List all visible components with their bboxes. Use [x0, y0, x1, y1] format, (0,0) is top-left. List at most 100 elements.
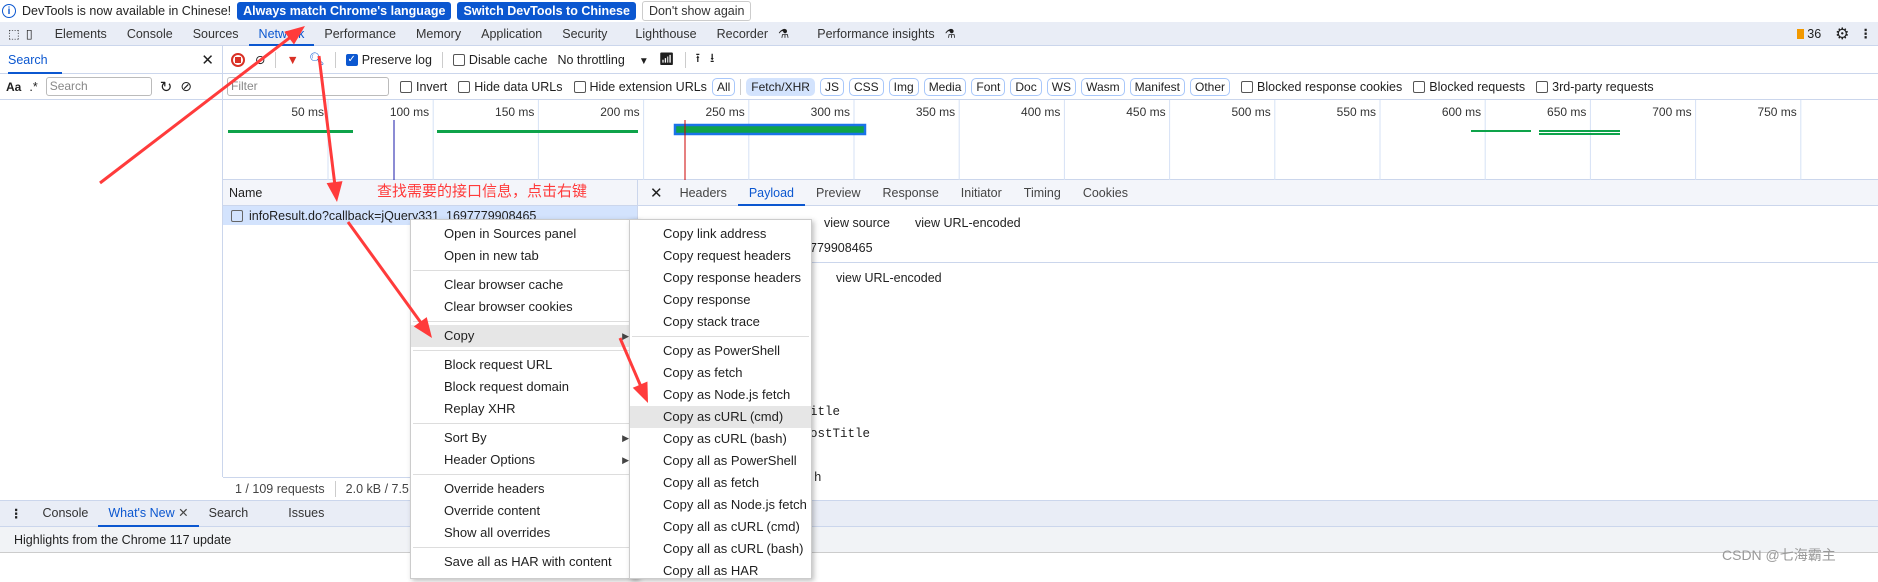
menu-item-copy-stack-trace[interactable]: Copy stack trace: [630, 311, 811, 333]
tab-elements[interactable]: Elements: [45, 22, 117, 46]
tab-performance-insights[interactable]: Performance insights: [807, 22, 944, 46]
tab-network[interactable]: Network: [248, 22, 315, 46]
clear-log-icon[interactable]: ⊘: [255, 52, 265, 67]
view-url-encoded-link[interactable]: view URL-encoded: [915, 216, 1021, 230]
menu-item-copy-response-headers[interactable]: Copy response headers: [630, 267, 811, 289]
tab-lighthouse[interactable]: Lighthouse: [625, 22, 706, 46]
timeline-overview[interactable]: 50 ms 100 ms 150 ms 200 ms 250 ms 300 ms 350 m…: [223, 100, 1878, 180]
menu-item-clear-browser-cookies[interactable]: Clear browser cookies: [411, 296, 637, 318]
menu-item-replay-xhr[interactable]: Replay XHR: [411, 398, 637, 420]
menu-item-copy-all-as-har[interactable]: Copy all as HAR: [630, 560, 811, 582]
tab-memory[interactable]: Memory: [406, 22, 471, 46]
match-case-button[interactable]: Aa: [6, 80, 21, 94]
type-filter-wasm[interactable]: Wasm: [1081, 77, 1125, 96]
throttling-select[interactable]: No throttling ▼: [557, 53, 648, 67]
search-panel-tab[interactable]: Search: [8, 46, 62, 74]
more-options-icon[interactable]: ⋮: [1860, 26, 1873, 41]
hide-data-urls-checkbox[interactable]: [458, 80, 471, 93]
menu-item-copy-link-address[interactable]: Copy link address: [630, 223, 811, 245]
type-filter-other[interactable]: Other: [1190, 77, 1231, 96]
menu-item-override-headers[interactable]: Override headers: [411, 478, 637, 500]
invert-checkbox[interactable]: [400, 80, 412, 93]
type-filter-img[interactable]: Img: [888, 77, 919, 96]
tab-response[interactable]: Response: [871, 180, 949, 206]
menu-item-copy-as-curl-bash[interactable]: Copy as cURL (bash): [630, 428, 811, 450]
stop-recording-icon[interactable]: [231, 52, 245, 67]
drawer-tab-whats-new[interactable]: What's New ✕: [98, 500, 199, 527]
preserve-log-checkbox[interactable]: ✓: [345, 53, 358, 66]
disable-cache-checkbox[interactable]: [452, 53, 465, 66]
menu-item-copy-response[interactable]: Copy response: [630, 289, 811, 311]
close-tab-icon[interactable]: ✕: [178, 506, 188, 520]
tab-sources[interactable]: Sources: [183, 22, 249, 46]
blocked-cookies-checkbox[interactable]: [1241, 80, 1254, 93]
menu-item-copy-all-as-fetch[interactable]: Copy all as fetch: [630, 472, 811, 494]
tab-preview[interactable]: Preview: [805, 180, 871, 206]
tab-console[interactable]: Console: [117, 22, 183, 46]
menu-item-copy-as-fetch[interactable]: Copy as fetch: [630, 362, 811, 384]
view-source-link[interactable]: view source: [824, 216, 890, 230]
menu-item-header-options[interactable]: Header Options ▶: [411, 449, 637, 471]
network-conditions-icon[interactable]: 📶︎: [659, 52, 675, 67]
menu-item-show-all-overrides[interactable]: Show all overrides: [411, 522, 637, 544]
menu-item-copy-all-as-curl-bash[interactable]: Copy all as cURL (bash): [630, 538, 811, 560]
close-details-icon[interactable]: ✕: [644, 184, 669, 202]
menu-item-copy-request-headers[interactable]: Copy request headers: [630, 245, 811, 267]
menu-item-copy-all-as-curl-cmd[interactable]: Copy all as cURL (cmd): [630, 516, 811, 538]
import-har-icon[interactable]: ⭱: [696, 49, 700, 70]
tab-performance[interactable]: Performance: [314, 22, 406, 46]
tab-application[interactable]: Application: [471, 22, 552, 46]
type-filter-ws[interactable]: WS: [1046, 77, 1077, 96]
menu-item-copy-as-node-js-fetch[interactable]: Copy as Node.js fetch: [630, 384, 811, 406]
type-filter-font[interactable]: Font: [971, 77, 1006, 96]
refresh-icon[interactable]: ↻: [160, 78, 173, 96]
menu-item-copy[interactable]: Copy ▶: [411, 325, 637, 347]
menu-item-open-in-sources-panel[interactable]: Open in Sources panel: [411, 223, 637, 245]
menu-item-override-content[interactable]: Override content: [411, 500, 637, 522]
tab-timing[interactable]: Timing: [1013, 180, 1072, 206]
search-icon[interactable]: 🔍︎: [309, 52, 325, 67]
type-filter-fetch-xhr[interactable]: Fetch/XHR: [746, 77, 815, 96]
type-filter-css[interactable]: CSS: [848, 77, 884, 96]
drawer-menu-icon[interactable]: ⋮: [10, 506, 23, 521]
device-toolbar-icon[interactable]: ▯: [26, 26, 33, 41]
switch-to-chinese-button[interactable]: Switch DevTools to Chinese: [457, 2, 636, 20]
regex-button[interactable]: .*: [29, 80, 37, 94]
type-filter-js[interactable]: JS: [819, 77, 844, 96]
tab-payload[interactable]: Payload: [737, 180, 806, 206]
issues-icon[interactable]: [1797, 28, 1805, 39]
menu-item-block-request-url[interactable]: Block request URL: [411, 354, 637, 376]
menu-item-copy-as-curl-cmd[interactable]: Copy as cURL (cmd): [630, 406, 811, 428]
clear-icon[interactable]: ⊘: [180, 78, 192, 95]
issues-count[interactable]: 36: [1807, 27, 1821, 41]
type-filter-media[interactable]: Media: [923, 77, 967, 96]
third-party-checkbox[interactable]: [1536, 80, 1549, 93]
menu-item-copy-all-as-node-js-fetch[interactable]: Copy all as Node.js fetch: [630, 494, 811, 516]
tab-initiator[interactable]: Initiator: [950, 180, 1013, 206]
close-search-icon[interactable]: ✕: [201, 51, 214, 69]
always-match-language-button[interactable]: Always match Chrome's language: [237, 2, 452, 20]
drawer-tab-search[interactable]: Search: [199, 500, 259, 527]
menu-item-copy-as-powershell[interactable]: Copy as PowerShell: [630, 340, 811, 362]
menu-item-clear-browser-cache[interactable]: Clear browser cache: [411, 274, 637, 296]
search-input[interactable]: Search: [45, 77, 152, 96]
menu-item-copy-all-as-powershell[interactable]: Copy all as PowerShell: [630, 450, 811, 472]
view-url-encoded-link[interactable]: view URL-encoded: [836, 271, 942, 285]
blocked-requests-checkbox[interactable]: [1413, 80, 1426, 93]
inspect-element-icon[interactable]: ⬚: [8, 26, 20, 41]
type-filter-manifest[interactable]: Manifest: [1129, 77, 1185, 96]
menu-item-sort-by[interactable]: Sort By ▶: [411, 427, 637, 449]
hide-extension-urls-checkbox[interactable]: [573, 80, 586, 93]
settings-gear-icon[interactable]: ⚙: [1835, 24, 1849, 44]
type-filter-doc[interactable]: Doc: [1010, 77, 1042, 96]
export-har-icon[interactable]: ⭳: [710, 49, 714, 70]
tab-security[interactable]: Security: [552, 22, 617, 46]
tab-headers[interactable]: Headers: [669, 180, 738, 206]
menu-item-save-all-as-har-with-content[interactable]: Save all as HAR with content: [411, 551, 637, 573]
filter-input[interactable]: Filter: [227, 77, 389, 96]
menu-item-block-request-domain[interactable]: Block request domain: [411, 376, 637, 398]
filter-funnel-icon[interactable]: ▼: [286, 53, 298, 67]
tab-recorder[interactable]: Recorder: [707, 22, 778, 46]
drawer-tab-issues[interactable]: Issues: [278, 500, 334, 527]
drawer-tab-console[interactable]: Console: [33, 500, 99, 527]
